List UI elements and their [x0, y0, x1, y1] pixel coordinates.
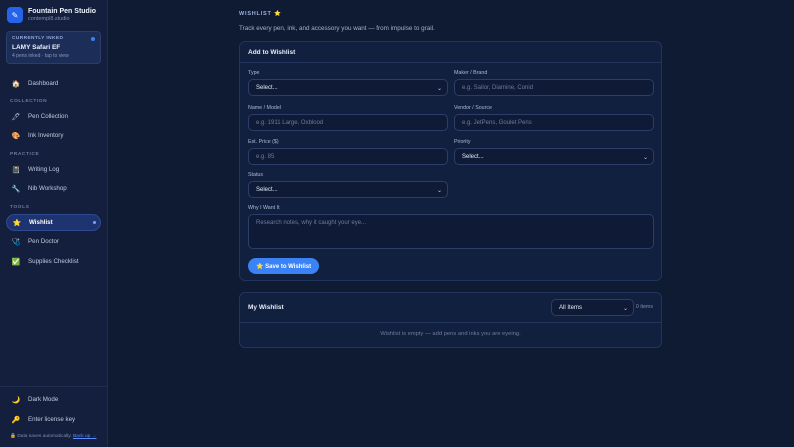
palette-icon: 🎨	[11, 132, 21, 140]
sidebar-item-label: Writing Log	[28, 166, 60, 173]
type-select-value: Select...	[256, 84, 278, 91]
type-select[interactable]: Select... ⌄	[248, 79, 448, 96]
active-indicator	[93, 221, 96, 224]
notebook-icon: 📓	[11, 166, 21, 174]
sidebar-item-label: Pen Doctor	[28, 238, 59, 245]
wishlist-filter-value: All Items	[559, 304, 583, 311]
inked-status-dot	[91, 37, 95, 41]
section-label-tools: TOOLS	[10, 205, 30, 210]
page-title: WISHLIST ⭐	[239, 11, 282, 17]
key-icon: 🔑	[11, 416, 21, 424]
currently-inked-label: CURRENTLY INKED	[12, 36, 64, 41]
priority-select-value: Select...	[462, 153, 484, 160]
moon-icon: 🌙	[11, 396, 21, 404]
sidebar-item-label: Pen Collection	[28, 113, 68, 120]
name-input[interactable]: e.g. 1911 Large, Oxblood	[248, 114, 448, 131]
section-label-practice: PRACTICE	[10, 152, 40, 157]
section-label-collection: COLLECTION	[10, 99, 48, 104]
sidebar-item-label: Nib Workshop	[28, 185, 67, 192]
license-key-button[interactable]: 🔑 Enter license key	[6, 411, 101, 428]
wishlist-filter-select[interactable]: All Items ⌄	[551, 299, 634, 316]
why-textarea[interactable]: Research notes, why it caught your eye..…	[248, 214, 654, 249]
app-name: Fountain Pen Studio	[28, 8, 97, 15]
dark-mode-toggle[interactable]: 🌙 Dark Mode	[6, 391, 101, 408]
add-to-wishlist-title: Add to Wishlist	[240, 42, 661, 63]
sidebar-item-label: Supplies Checklist	[28, 258, 79, 265]
status-select-value: Select...	[256, 186, 278, 193]
sidebar-item-pen-doctor[interactable]: 🩺 Pen Doctor	[6, 233, 101, 250]
chevron-down-icon: ⌄	[622, 306, 628, 312]
vendor-label: Vendor / Source	[454, 105, 492, 111]
wishlist-empty-message: Wishlist is empty — add pens and inks yo…	[380, 331, 521, 337]
sidebar-item-ink-inventory[interactable]: 🎨 Ink Inventory	[6, 127, 101, 144]
stethoscope-icon: 🩺	[11, 238, 21, 246]
add-to-wishlist-card: Add to Wishlist Type Select... ⌄ Maker /…	[239, 41, 662, 281]
sidebar-item-nib-workshop[interactable]: 🔧 Nib Workshop	[6, 180, 101, 197]
chevron-down-icon: ⌄	[436, 86, 442, 92]
sidebar: ✎ Fountain Pen Studio contempl8.studio C…	[0, 0, 108, 447]
wrench-icon: 🔧	[11, 185, 21, 193]
type-label: Type	[248, 70, 260, 76]
checkbox-icon: ✅	[11, 258, 21, 266]
backup-link[interactable]: Back up →	[73, 434, 96, 439]
lock-icon: 🔒	[10, 434, 16, 439]
dark-mode-label: Dark Mode	[28, 396, 59, 403]
currently-inked-sub: 4 pens inked · tap to view	[12, 53, 69, 59]
pen-icon: 🖊	[11, 113, 21, 121]
autosave-note: 🔒 Data saves automatically. Back up →	[10, 434, 96, 439]
name-label: Name / Model	[248, 105, 281, 111]
sidebar-item-dashboard[interactable]: 🏠 Dashboard	[6, 75, 101, 92]
chevron-down-icon: ⌄	[642, 155, 648, 161]
currently-inked-card[interactable]: CURRENTLY INKED LAMY Safari EF 4 pens in…	[6, 31, 101, 64]
star-icon: ⭐	[12, 219, 22, 227]
priority-select[interactable]: Select... ⌄	[454, 148, 654, 165]
sidebar-item-supplies-checklist[interactable]: ✅ Supplies Checklist	[6, 253, 101, 270]
maker-input[interactable]: e.g. Sailor, Diamine, Conid	[454, 79, 654, 96]
priority-label: Priority	[454, 139, 471, 145]
vendor-input[interactable]: e.g. JetPens, Goulet Pens	[454, 114, 654, 131]
sidebar-item-label: Dashboard	[28, 80, 59, 87]
my-wishlist-card: My Wishlist All Items ⌄ 0 items Wishlist…	[239, 292, 662, 348]
page-description: Track every pen, ink, and accessory you …	[239, 25, 435, 32]
status-select[interactable]: Select... ⌄	[248, 181, 448, 198]
currently-inked-pen: LAMY Safari EF	[12, 44, 61, 51]
chevron-down-icon: ⌄	[436, 188, 442, 194]
why-label: Why I Want It	[248, 205, 280, 211]
status-label: Status	[248, 172, 264, 178]
wishlist-count: 0 items	[635, 304, 653, 310]
sidebar-item-label: Ink Inventory	[28, 132, 64, 139]
app-domain: contempl8.studio	[28, 16, 70, 22]
home-icon: 🏠	[11, 80, 21, 88]
autosave-text: Data saves automatically.	[17, 434, 72, 439]
pen-logo-icon: ✎	[7, 7, 23, 23]
sidebar-item-label: Wishlist	[29, 219, 53, 226]
sidebar-item-pen-collection[interactable]: 🖊 Pen Collection	[6, 108, 101, 125]
sidebar-item-writing-log[interactable]: 📓 Writing Log	[6, 161, 101, 178]
brand[interactable]: ✎ Fountain Pen Studio contempl8.studio	[7, 7, 96, 23]
sidebar-item-wishlist[interactable]: ⭐ Wishlist	[6, 214, 101, 231]
sidebar-divider	[0, 386, 108, 387]
price-input[interactable]: e.g. 85	[248, 148, 448, 165]
maker-label: Maker / Brand	[454, 70, 488, 76]
price-label: Est. Price ($)	[248, 139, 279, 145]
save-to-wishlist-button[interactable]: ⭐ Save to Wishlist	[248, 258, 320, 274]
license-key-label: Enter license key	[28, 416, 76, 423]
